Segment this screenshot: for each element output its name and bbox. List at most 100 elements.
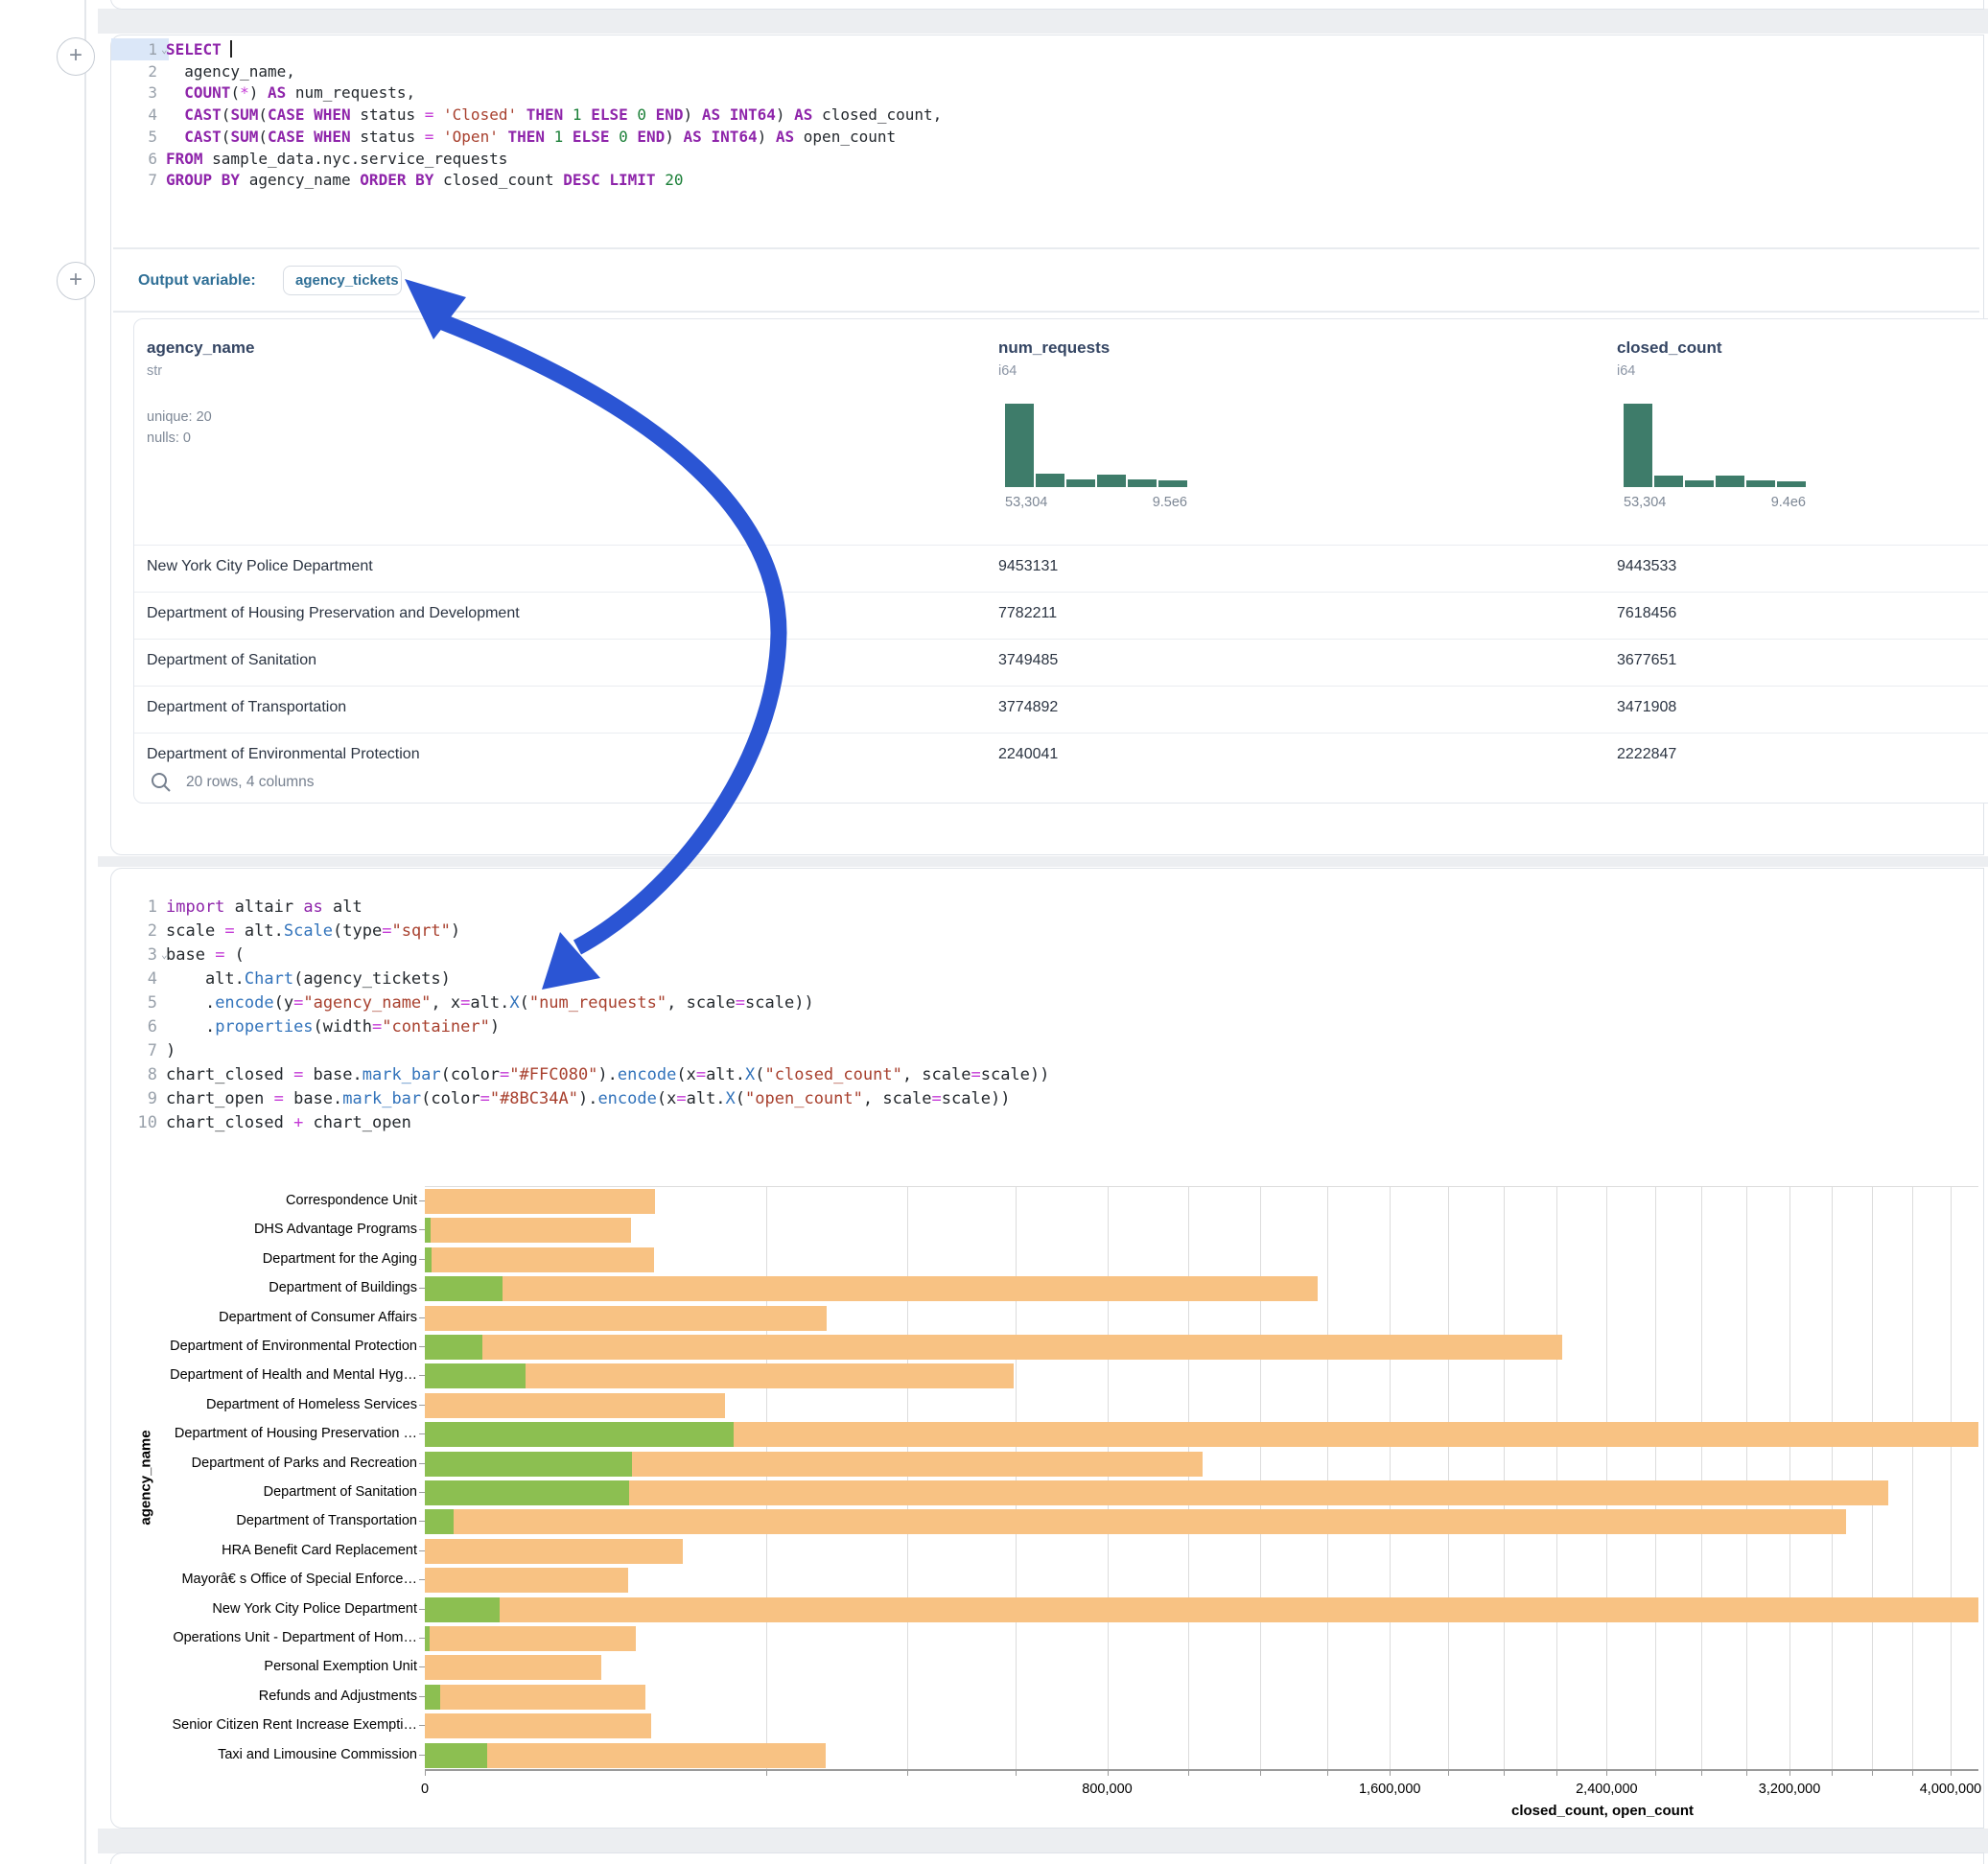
table-row[interactable]: Department of Transportation377489234719…: [134, 686, 1988, 733]
table-footer: 20 rows, 4 columns: [144, 762, 527, 803]
x-axis-tick: [1832, 1770, 1833, 1776]
code-line[interactable]: chart_closed = base.mark_bar(color="#FFC…: [166, 1065, 1988, 1084]
y-axis-label: Department of Health and Mental Hyg…: [160, 1367, 417, 1383]
histogram-bar: [1158, 480, 1187, 487]
add-cell-button-top[interactable]: +: [57, 37, 95, 76]
line-number: 3: [111, 83, 157, 102]
y-axis-label: Department of Parks and Recreation: [160, 1456, 417, 1471]
y-axis-label: Department for the Aging: [160, 1251, 417, 1267]
chart-bar-row: [425, 1362, 1978, 1390]
y-axis-label: Operations Unit - Department of Hom…: [160, 1630, 417, 1645]
x-axis-tick-label: 0: [421, 1782, 429, 1797]
x-axis-tick-label: 4,000,000: [1920, 1782, 1982, 1797]
output-variable-chip[interactable]: agency_tickets: [283, 266, 402, 295]
column-header-agency-name[interactable]: agency_name str unique: 20 nulls: 0: [147, 338, 254, 446]
table-cell-agency-name: Department of Transportation: [147, 699, 346, 716]
histogram-bar: [1036, 474, 1064, 487]
table-cell-agency-name: Department of Housing Preservation and D…: [147, 605, 520, 622]
bar-open-count: [425, 1626, 430, 1651]
y-axis-label: Department of Environmental Protection: [160, 1339, 417, 1354]
code-line[interactable]: scale = alt.Scale(type="sqrt"): [166, 921, 1988, 941]
code-line[interactable]: base = (: [166, 945, 1988, 965]
chart-bar-row: [425, 1653, 1978, 1682]
x-axis-tick: [1504, 1770, 1505, 1776]
x-axis-tick: [1951, 1770, 1952, 1776]
bar-closed-count: [425, 1247, 654, 1272]
search-icon[interactable]: [150, 771, 173, 794]
bar-closed-count: [425, 1509, 1846, 1534]
bar-closed-count: [425, 1539, 683, 1564]
code-line[interactable]: SELECT: [166, 40, 1988, 58]
x-axis-tick: [1746, 1770, 1747, 1776]
bar-closed-count: [425, 1626, 636, 1651]
code-line[interactable]: chart_closed + chart_open: [166, 1113, 1988, 1132]
table-cell-closed-count: 7618456: [1617, 605, 1676, 622]
chart-bar-row: [425, 1187, 1978, 1216]
chart-bar-row: [425, 1566, 1978, 1595]
table-cell-num-requests: 7782211: [998, 605, 1057, 622]
y-axis-label: Refunds and Adjustments: [160, 1689, 417, 1704]
y-axis-label: Correspondence Unit: [160, 1193, 417, 1208]
sql-code-editor[interactable]: 1⌄SELECT 2 agency_name,3 COUNT(*) AS num…: [111, 38, 1979, 247]
table-cell-agency-name: Department of Sanitation: [147, 652, 316, 669]
table-cell-num-requests: 3774892: [998, 699, 1058, 716]
bar-closed-count: [425, 1655, 601, 1680]
code-line[interactable]: .properties(width="container"): [166, 1017, 1988, 1037]
code-line[interactable]: GROUP BY agency_name ORDER BY closed_cou…: [166, 171, 1988, 189]
bar-open-count: [425, 1422, 734, 1447]
x-axis-tick: [1188, 1770, 1189, 1776]
code-line[interactable]: alt.Chart(agency_tickets): [166, 969, 1988, 989]
code-line[interactable]: ): [166, 1041, 1988, 1060]
bar-closed-count: [425, 1218, 631, 1243]
line-number: 4: [111, 105, 157, 124]
histogram-bar: [1624, 404, 1652, 487]
y-axis-label: Personal Exemption Unit: [160, 1659, 417, 1674]
chart-bar-row: [425, 1246, 1978, 1274]
code-line[interactable]: import altair as alt: [166, 897, 1988, 917]
table-cell-closed-count: 9443533: [1617, 558, 1676, 575]
code-line[interactable]: COUNT(*) AS num_requests,: [166, 83, 1988, 102]
x-axis-tick: [1872, 1770, 1873, 1776]
x-axis-tick: [1655, 1770, 1656, 1776]
cell-gap-top: [98, 9, 1988, 34]
code-line[interactable]: CAST(SUM(CASE WHEN status = 'Open' THEN …: [166, 128, 1988, 146]
x-axis-tick: [1912, 1770, 1913, 1776]
chart-bar-row: [425, 1450, 1978, 1479]
histogram-num-requests: [1005, 404, 1187, 487]
bar-open-count: [425, 1509, 454, 1534]
line-number: 5: [111, 993, 157, 1013]
y-axis-label: HRA Benefit Card Replacement: [160, 1543, 417, 1558]
chart-bar-row: [425, 1683, 1978, 1712]
table-cell-closed-count: 2222847: [1617, 746, 1676, 763]
table-row[interactable]: Department of Housing Preservation and D…: [134, 592, 1988, 639]
cell-gap-bottom: [98, 1829, 1988, 1853]
chart-bar-row: [425, 1507, 1978, 1536]
code-line[interactable]: FROM sample_data.nyc.service_requests: [166, 150, 1988, 168]
chart-bar-row: [425, 1624, 1978, 1653]
table-cell-num-requests: 9453131: [998, 558, 1058, 575]
chart-bar-row: [425, 1304, 1978, 1333]
code-line[interactable]: chart_open = base.mark_bar(color="#8BC34…: [166, 1089, 1988, 1108]
table-row[interactable]: New York City Police Department945313194…: [134, 545, 1988, 592]
code-line[interactable]: agency_name,: [166, 62, 1988, 81]
histogram-bar: [1685, 480, 1714, 487]
code-line[interactable]: CAST(SUM(CASE WHEN status = 'Closed' THE…: [166, 105, 1988, 124]
line-number: 2: [111, 921, 157, 941]
chart-plot-area: [425, 1186, 1978, 1770]
add-cell-button-output[interactable]: +: [57, 262, 95, 300]
y-axis-label: Department of Transportation: [160, 1513, 417, 1528]
table-body: New York City Police Department945313194…: [134, 545, 1988, 775]
histogram-bar: [1005, 404, 1034, 487]
x-axis-tick: [1701, 1770, 1702, 1776]
bar-closed-count: [425, 1306, 827, 1331]
python-code-editor[interactable]: 1import altair as alt2scale = alt.Scale(…: [111, 896, 1979, 1140]
y-axis-label: New York City Police Department: [160, 1601, 417, 1617]
cell-gap-middle: [98, 856, 1988, 867]
table-row[interactable]: Department of Sanitation37494853677651: [134, 639, 1988, 686]
table-cell-agency-name: Department of Environmental Protection: [147, 746, 420, 763]
code-line[interactable]: .encode(y="agency_name", x=alt.X("num_re…: [166, 993, 1988, 1013]
column-header-num-requests[interactable]: num_requests i64: [998, 338, 1110, 379]
chart-bar-row: [425, 1391, 1978, 1420]
chart-bar-row: [425, 1537, 1978, 1566]
column-header-closed-count[interactable]: closed_count i64: [1617, 338, 1722, 379]
